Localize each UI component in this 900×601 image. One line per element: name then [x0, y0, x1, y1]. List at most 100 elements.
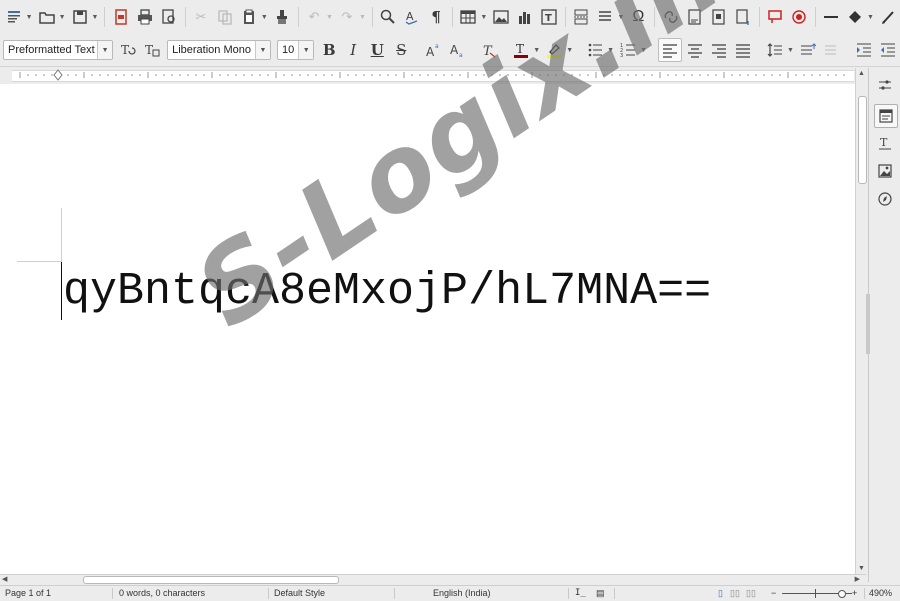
subscript-icon[interactable]: Aa — [446, 39, 468, 61]
font-color-dropdown-arrow[interactable]: ▼ — [533, 47, 540, 54]
formatting-marks-icon[interactable]: ¶ — [425, 6, 447, 28]
paragraph-style-combo[interactable]: Preformatted Text ▼ — [3, 40, 113, 60]
open-folder-icon[interactable] — [36, 6, 58, 28]
superscript-icon[interactable]: Aa — [422, 39, 444, 61]
align-right-icon[interactable] — [708, 39, 730, 61]
chevron-down-icon[interactable]: ▼ — [97, 41, 112, 59]
font-name-combo[interactable]: Liberation Mono ▼ — [167, 40, 271, 60]
gallery-icon[interactable] — [874, 160, 896, 182]
insert-mode-icon[interactable]: I_ — [575, 586, 586, 601]
horizontal-scrollbar-thumb[interactable] — [83, 576, 339, 584]
scroll-left-icon[interactable]: ◀ — [2, 575, 7, 583]
print-preview-icon[interactable] — [158, 6, 180, 28]
underline-icon[interactable]: U — [366, 39, 388, 61]
selection-mode-icon[interactable]: ▤ — [596, 586, 605, 601]
ordered-list-icon[interactable]: 123 — [617, 39, 639, 61]
book-view-icon[interactable]: ▯▯ — [746, 586, 756, 601]
unordered-list-icon[interactable] — [584, 39, 606, 61]
clear-formatting-icon[interactable]: T — [478, 39, 500, 61]
document-canvas[interactable]: qyBntqcA8eMxojP/hL7MNA== — [0, 84, 855, 574]
language[interactable]: English (India) — [433, 586, 491, 601]
font-size-combo[interactable]: 10 ▼ — [277, 40, 314, 60]
paste-icon[interactable] — [238, 6, 260, 28]
vertical-scrollbar-thumb[interactable] — [858, 96, 867, 184]
navigator-icon[interactable] — [874, 188, 896, 210]
save-icon[interactable] — [69, 6, 91, 28]
strikethrough-icon[interactable]: S — [390, 39, 412, 61]
zoom-out-icon[interactable]: − — [771, 586, 776, 601]
insert-chart-icon[interactable] — [514, 6, 536, 28]
copy-icon[interactable] — [214, 6, 236, 28]
increase-paragraph-spacing-icon[interactable] — [797, 39, 819, 61]
zoom-in-icon[interactable]: + — [852, 586, 857, 601]
basic-shapes-icon[interactable] — [844, 6, 866, 28]
special-character-icon[interactable]: Ω — [627, 6, 649, 28]
chevron-down-icon[interactable]: ▼ — [298, 41, 313, 59]
insert-comment-icon[interactable] — [732, 6, 754, 28]
undo-icon[interactable]: ↶ — [303, 6, 325, 28]
scroll-right-icon[interactable]: ▶ — [855, 575, 860, 583]
italic-icon[interactable]: I — [342, 39, 364, 61]
paste-dropdown-arrow[interactable]: ▼ — [261, 14, 268, 21]
justify-icon[interactable] — [732, 39, 754, 61]
multi-page-view-icon[interactable]: ▯▯ — [730, 586, 740, 601]
save-dropdown-arrow[interactable]: ▼ — [92, 14, 99, 21]
clone-formatting-icon[interactable] — [271, 6, 293, 28]
insert-footnote-icon[interactable] — [684, 6, 706, 28]
font-color-icon[interactable]: T — [510, 39, 532, 61]
show-draw-functions-icon[interactable] — [877, 6, 899, 28]
redo-dropdown-arrow[interactable]: ▼ — [359, 14, 366, 21]
track-changes-icon[interactable] — [764, 6, 786, 28]
insert-textbox-icon[interactable]: T — [538, 6, 560, 28]
styles-icon[interactable]: T — [874, 132, 896, 154]
insert-table-dropdown-arrow[interactable]: ▼ — [480, 14, 487, 21]
single-page-view-icon[interactable]: ▯ — [718, 586, 723, 601]
scroll-down-icon[interactable]: ▼ — [858, 565, 865, 572]
scroll-up-icon[interactable]: ▲ — [858, 70, 865, 77]
decrease-indent-icon[interactable] — [877, 39, 899, 61]
insert-table-icon[interactable] — [457, 6, 479, 28]
record-changes-icon[interactable] — [788, 6, 810, 28]
align-center-icon[interactable] — [684, 39, 706, 61]
basic-shapes-dropdown-arrow[interactable]: ▼ — [867, 14, 874, 21]
highlighting-color-icon[interactable] — [543, 39, 565, 61]
insert-field-dropdown-arrow[interactable]: ▼ — [617, 14, 624, 21]
decrease-paragraph-spacing-icon[interactable] — [821, 39, 843, 61]
insert-line-icon[interactable] — [820, 6, 842, 28]
horizontal-scrollbar[interactable]: ◀ ▶ — [0, 574, 866, 585]
new-dropdown-arrow[interactable]: ▼ — [26, 14, 33, 21]
redo-icon[interactable]: ↷ — [336, 6, 358, 28]
highlighting-color-dropdown-arrow[interactable]: ▼ — [566, 47, 573, 54]
sidebar-menu-icon[interactable] — [874, 74, 896, 96]
bold-icon[interactable]: B — [318, 39, 340, 61]
page-number[interactable]: Page 1 of 1 — [5, 586, 51, 601]
insert-endnote-icon[interactable] — [708, 6, 730, 28]
sidebar-collapse-handle[interactable] — [866, 294, 870, 354]
insert-field-icon[interactable] — [594, 6, 616, 28]
properties-icon[interactable] — [874, 104, 898, 128]
cut-icon[interactable]: ✂ — [190, 6, 212, 28]
new-document-icon[interactable] — [3, 6, 25, 28]
insert-page-break-icon[interactable] — [570, 6, 592, 28]
align-left-icon[interactable] — [658, 38, 682, 62]
export-pdf-icon[interactable] — [110, 6, 132, 28]
find-replace-icon[interactable] — [377, 6, 399, 28]
line-spacing-dropdown-arrow[interactable]: ▼ — [787, 47, 794, 54]
page-style[interactable]: Default Style — [274, 586, 325, 601]
insert-image-icon[interactable] — [490, 6, 512, 28]
open-dropdown-arrow[interactable]: ▼ — [59, 14, 66, 21]
document-text[interactable]: qyBntqcA8eMxojP/hL7MNA== — [63, 266, 711, 318]
line-spacing-icon[interactable] — [764, 39, 786, 61]
spelling-icon[interactable]: A — [401, 6, 423, 28]
zoom-level[interactable]: 490% — [869, 586, 892, 601]
chevron-down-icon[interactable]: ▼ — [255, 41, 270, 59]
word-count[interactable]: 0 words, 0 characters — [119, 586, 205, 601]
undo-dropdown-arrow[interactable]: ▼ — [326, 14, 333, 21]
new-style-icon[interactable]: T — [141, 39, 163, 61]
ordered-list-dropdown-arrow[interactable]: ▼ — [640, 47, 647, 54]
update-style-icon[interactable]: T — [117, 39, 139, 61]
increase-indent-icon[interactable] — [853, 39, 875, 61]
unordered-list-dropdown-arrow[interactable]: ▼ — [607, 47, 614, 54]
print-icon[interactable] — [134, 6, 156, 28]
horizontal-ruler[interactable] — [0, 67, 866, 83]
